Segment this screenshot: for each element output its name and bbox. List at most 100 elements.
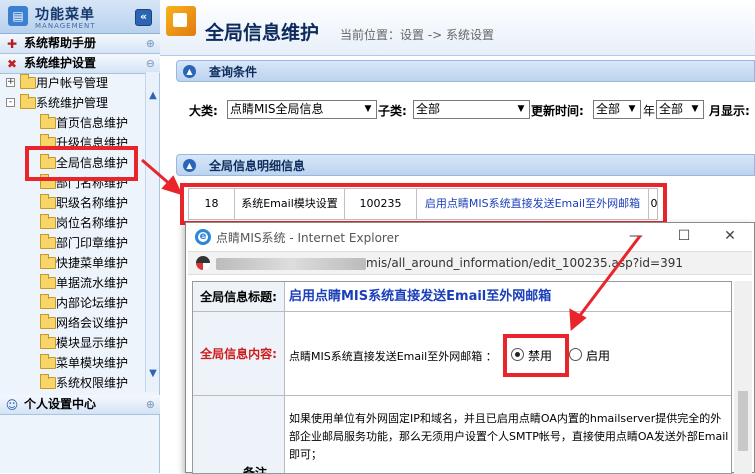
minimize-icon[interactable]: — — [626, 227, 646, 245]
address-url[interactable]: mis/all_around_information/edit_100235.a… — [366, 256, 683, 270]
sidebar-section-label: 系统维护设置 — [24, 56, 97, 70]
subcategory-label: 子类: — [378, 104, 407, 118]
tree-item-label: 内部论坛维护 — [56, 296, 129, 310]
tree-item-label: 系统维护管理 — [36, 96, 109, 110]
scroll-up-icon[interactable]: ▲ — [147, 90, 159, 102]
tree-item-label: 系统权限维护 — [56, 376, 129, 390]
tree-item-label: 单据流水维护 — [56, 276, 129, 290]
tree-item-label: 菜单模块维护 — [56, 356, 129, 370]
folder-icon — [40, 234, 56, 249]
collapse-toggle-icon[interactable]: - — [6, 98, 15, 107]
detail-panel-title: 全局信息明细信息 — [209, 159, 306, 173]
category-select[interactable]: 点睛MIS全局信息 ▼ — [227, 100, 377, 119]
expand-icon: ⊕ — [145, 398, 155, 411]
sidebar-section-label: 个人设置中心 — [24, 397, 97, 411]
breadcrumb: 当前位置：设置 -> 系统设置 — [340, 28, 495, 42]
sidebar: ▤ 功能菜单 MANAGEMENT « ✚ 系统帮助手册 ⊕ ✖ 系统维护设置 … — [0, 0, 160, 473]
tree-item-label: 快捷菜单维护 — [56, 256, 129, 270]
sidebar-section-help[interactable]: ✚ 系统帮助手册 ⊕ — [0, 34, 160, 54]
address-bar[interactable]: mis/all_around_information/edit_100235.a… — [188, 251, 752, 275]
popup-form: 全局信息标题: 启用点睛MIS系统直接发送Email至外网邮箱 全局信息内容: … — [192, 281, 732, 474]
ie-icon: e — [195, 229, 211, 245]
sidebar-section-label: 系统帮助手册 — [24, 36, 97, 50]
detail-panel-header: ▲ 全局信息明细信息 — [176, 154, 755, 176]
dropdown-arrow-icon: ▼ — [628, 104, 636, 114]
expand-icon: ⊕ — [145, 37, 155, 50]
settings-logo-icon — [166, 6, 196, 36]
sidebar-header: ▤ 功能菜单 MANAGEMENT « — [0, 0, 160, 34]
category-label: 大类: — [189, 104, 218, 118]
title-field-value: 启用点睛MIS系统直接发送Email至外网邮箱 — [285, 282, 731, 312]
sidebar-scrollbar[interactable]: ▲ ▼ — [145, 72, 159, 392]
tree-item-label: 用户帐号管理 — [36, 76, 109, 90]
month-select-value: 全部 — [659, 102, 684, 116]
maximize-icon[interactable]: ☐ — [674, 227, 694, 245]
update-time-label: 更新时间: — [531, 104, 584, 118]
enable-radio-label[interactable]: 启用 — [586, 347, 610, 364]
content-field-label: 全局信息内容: — [193, 312, 285, 396]
panel-bullet-icon: ▲ — [183, 65, 196, 78]
folder-icon — [20, 74, 36, 89]
category-select-value: 点睛MIS全局信息 — [230, 102, 324, 116]
highlight-box-sidebar — [25, 146, 138, 181]
tree-item-label: 岗位名称维护 — [56, 216, 129, 230]
folder-icon — [40, 254, 56, 269]
tools-icon: ✖ — [6, 57, 18, 71]
dropdown-arrow-icon: ▼ — [364, 104, 372, 114]
sidebar-collapse-button[interactable]: « — [135, 9, 152, 26]
month-display-label: 月显示: — [709, 104, 750, 118]
year-select-value: 全部 — [596, 102, 621, 116]
year-select[interactable]: 全部 ▼ — [593, 100, 641, 119]
popup-titlebar: e 点睛MIS系统 - Internet Explorer — ☐ ✕ — [186, 223, 754, 251]
folder-icon — [40, 114, 56, 129]
enable-radio[interactable] — [569, 348, 582, 361]
content-prompt: 点睛MIS系统直接发送Email至外网邮箱 ： — [289, 350, 497, 363]
tree-item-label: 网络会议维护 — [56, 316, 129, 330]
note-field-value: 如果使用单位有外网固定IP和域名，并且已启用点睛OA内置的hmailserver… — [289, 412, 729, 461]
sidebar-section-personal[interactable]: ☺ 个人设置中心 ⊕ — [0, 395, 160, 415]
help-book-icon: ✚ — [6, 37, 18, 51]
folder-icon — [40, 194, 56, 209]
ie-popup-window: e 点睛MIS系统 - Internet Explorer — ☐ ✕ mis/… — [185, 222, 755, 474]
scroll-down-icon[interactable]: ▼ — [147, 368, 159, 380]
year-label: 年 — [643, 104, 656, 118]
title-field-label: 全局信息标题: — [193, 282, 285, 312]
subcategory-select-value: 全部 — [416, 102, 441, 116]
dropdown-arrow-icon: ▼ — [517, 104, 525, 114]
address-redacted — [216, 258, 366, 270]
sidebar-tree: + 用户帐号管理 - 系统维护管理 首页信息维护 升级信息维护 全局信息维护 部… — [0, 72, 145, 392]
folder-icon — [40, 274, 56, 289]
note-field-label: 备注 — [193, 396, 285, 473]
highlight-box-radio — [503, 334, 569, 377]
subcategory-select[interactable]: 全部 ▼ — [413, 100, 530, 119]
tree-item-label: 部门印章维护 — [56, 236, 129, 250]
folder-open-icon — [20, 94, 36, 109]
expand-toggle-icon[interactable]: + — [6, 78, 15, 87]
panel-bullet-icon: ▲ — [183, 159, 196, 172]
menu-logo-icon: ▤ — [8, 6, 28, 26]
scroll-thumb[interactable] — [738, 391, 748, 451]
dropdown-arrow-icon: ▼ — [691, 104, 699, 114]
highlight-box-row — [180, 183, 667, 225]
query-panel-header: ▲ 查询条件 — [176, 60, 755, 82]
sidebar-title: 功能菜单 — [35, 7, 95, 23]
popup-scrollbar[interactable] — [734, 281, 752, 474]
tree-item-label: 首页信息维护 — [56, 116, 129, 130]
site-favicon-icon — [196, 256, 210, 270]
sidebar-subtitle: MANAGEMENT — [35, 22, 96, 30]
query-panel-title: 查询条件 — [209, 65, 258, 79]
popup-window-title: 点睛MIS系统 - Internet Explorer — [216, 231, 399, 245]
folder-icon — [40, 314, 56, 329]
arrow-head-1 — [161, 175, 183, 196]
sidebar-section-maintenance[interactable]: ✖ 系统维护设置 ⊖ — [0, 54, 160, 74]
close-icon[interactable]: ✕ — [720, 227, 740, 245]
folder-icon — [40, 294, 56, 309]
month-select[interactable]: 全部 ▼ — [656, 100, 704, 119]
folder-icon — [40, 354, 56, 369]
users-icon: ☺ — [5, 398, 19, 412]
folder-icon — [40, 334, 56, 349]
folder-icon — [40, 214, 56, 229]
tree-item-label: 模块显示维护 — [56, 336, 129, 350]
collapse-icon: ⊖ — [145, 57, 155, 70]
page-title: 全局信息维护 — [205, 22, 320, 44]
